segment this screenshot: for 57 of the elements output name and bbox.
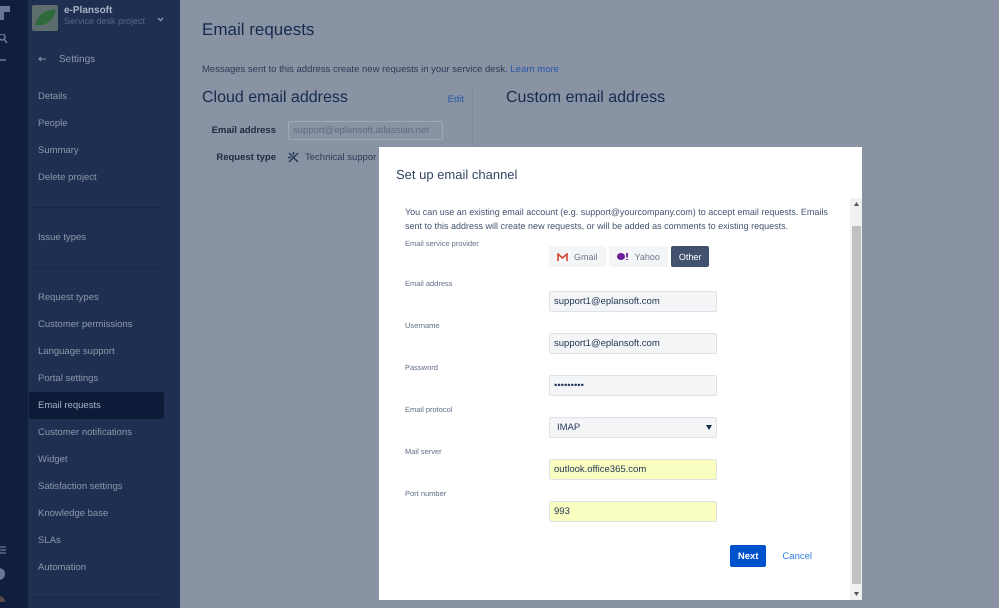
sidebar-item[interactable]: Customer permissions	[29, 311, 164, 338]
sidebar-item[interactable]: SLAs	[29, 527, 164, 554]
avatar-icon[interactable]	[0, 594, 5, 602]
sidebar-item[interactable]: Details	[29, 83, 164, 110]
dropdown-caret-icon	[706, 425, 712, 430]
sidebar-item[interactable]: Issue types	[29, 224, 164, 251]
input-field[interactable]: 993	[549, 501, 717, 522]
tools-icon	[288, 152, 299, 163]
menu-icon[interactable]	[0, 546, 6, 554]
search-icon[interactable]	[0, 34, 8, 44]
input-field[interactable]: outlook.office365.com	[549, 459, 717, 480]
sidebar-item[interactable]: Customer notifications	[29, 419, 164, 446]
help-icon[interactable]	[0, 568, 5, 580]
scroll-down-icon[interactable]	[854, 592, 858, 596]
scroll-up-icon[interactable]	[854, 202, 858, 206]
sidebar-item[interactable]: Knowledge base	[29, 500, 164, 527]
provider-button[interactable]: Yahoo	[608, 246, 668, 267]
provider-button[interactable]: Gmail	[549, 246, 606, 267]
provider-button[interactable]: Other	[670, 246, 710, 267]
project-type: Service desk project	[64, 16, 146, 26]
dialog-title: Set up email channel	[395, 166, 518, 184]
next-button[interactable]: Next	[730, 545, 766, 567]
logo-icon[interactable]	[0, 6, 10, 20]
sidebar-item[interactable]: People	[29, 110, 164, 137]
envelope-m-icon	[557, 252, 568, 260]
cloud-email-heading: Cloud email address	[202, 89, 348, 107]
custom-email-heading: Custom email address	[506, 89, 666, 107]
sidebar-item[interactable]: Email requests	[29, 392, 164, 419]
sidebar-item[interactable]: Request types	[29, 284, 164, 311]
sidebar-item[interactable]: Satisfaction settings	[29, 473, 164, 500]
sidebar-item[interactable]: Language support	[29, 338, 164, 365]
page-description: Messages sent to this address create new requests in your service desk.	[202, 64, 508, 75]
input-field[interactable]: •••••••••	[549, 375, 717, 396]
cancel-link[interactable]: Cancel	[782, 550, 812, 562]
sidebar-item[interactable]: Portal settings	[29, 365, 164, 392]
protocol-select[interactable]: IMAP	[549, 417, 717, 438]
request-type-value: Technical suppor	[305, 152, 376, 163]
yahoo-logo-icon	[616, 253, 629, 260]
sidebar-item[interactable]: Delete project	[29, 164, 164, 191]
scrollbar[interactable]	[850, 198, 862, 600]
email-address-label: Email address	[210, 125, 276, 136]
scrollbar-thumb[interactable]	[852, 226, 860, 584]
input-field[interactable]: support1@eplansoft.com	[549, 291, 717, 312]
project-name: e-Plansoft	[64, 5, 114, 16]
request-type-label: Request type	[215, 152, 276, 163]
edit-link[interactable]: Edit	[448, 94, 464, 105]
chevron-down-icon[interactable]	[157, 17, 164, 22]
dialog-intro-text: You can use an existing email account (e.g. support@yourcompany.com) to accept email requests. Emails sent to this address will create new requests, or will be added as comments to existing requests.	[405, 206, 829, 233]
back-arrow-icon[interactable]	[38, 56, 46, 62]
page-title: Email requests	[202, 20, 316, 40]
leaf-logo-icon	[32, 5, 58, 31]
sidebar-item[interactable]: Summary	[29, 137, 164, 164]
input-field[interactable]: support1@eplansoft.com	[549, 333, 717, 354]
sidebar-item[interactable]: Automation	[29, 554, 164, 581]
settings-label: Settings	[59, 54, 96, 64]
learn-more-link[interactable]: Learn more	[510, 64, 559, 75]
sidebar-item[interactable]: Widget	[29, 446, 164, 473]
